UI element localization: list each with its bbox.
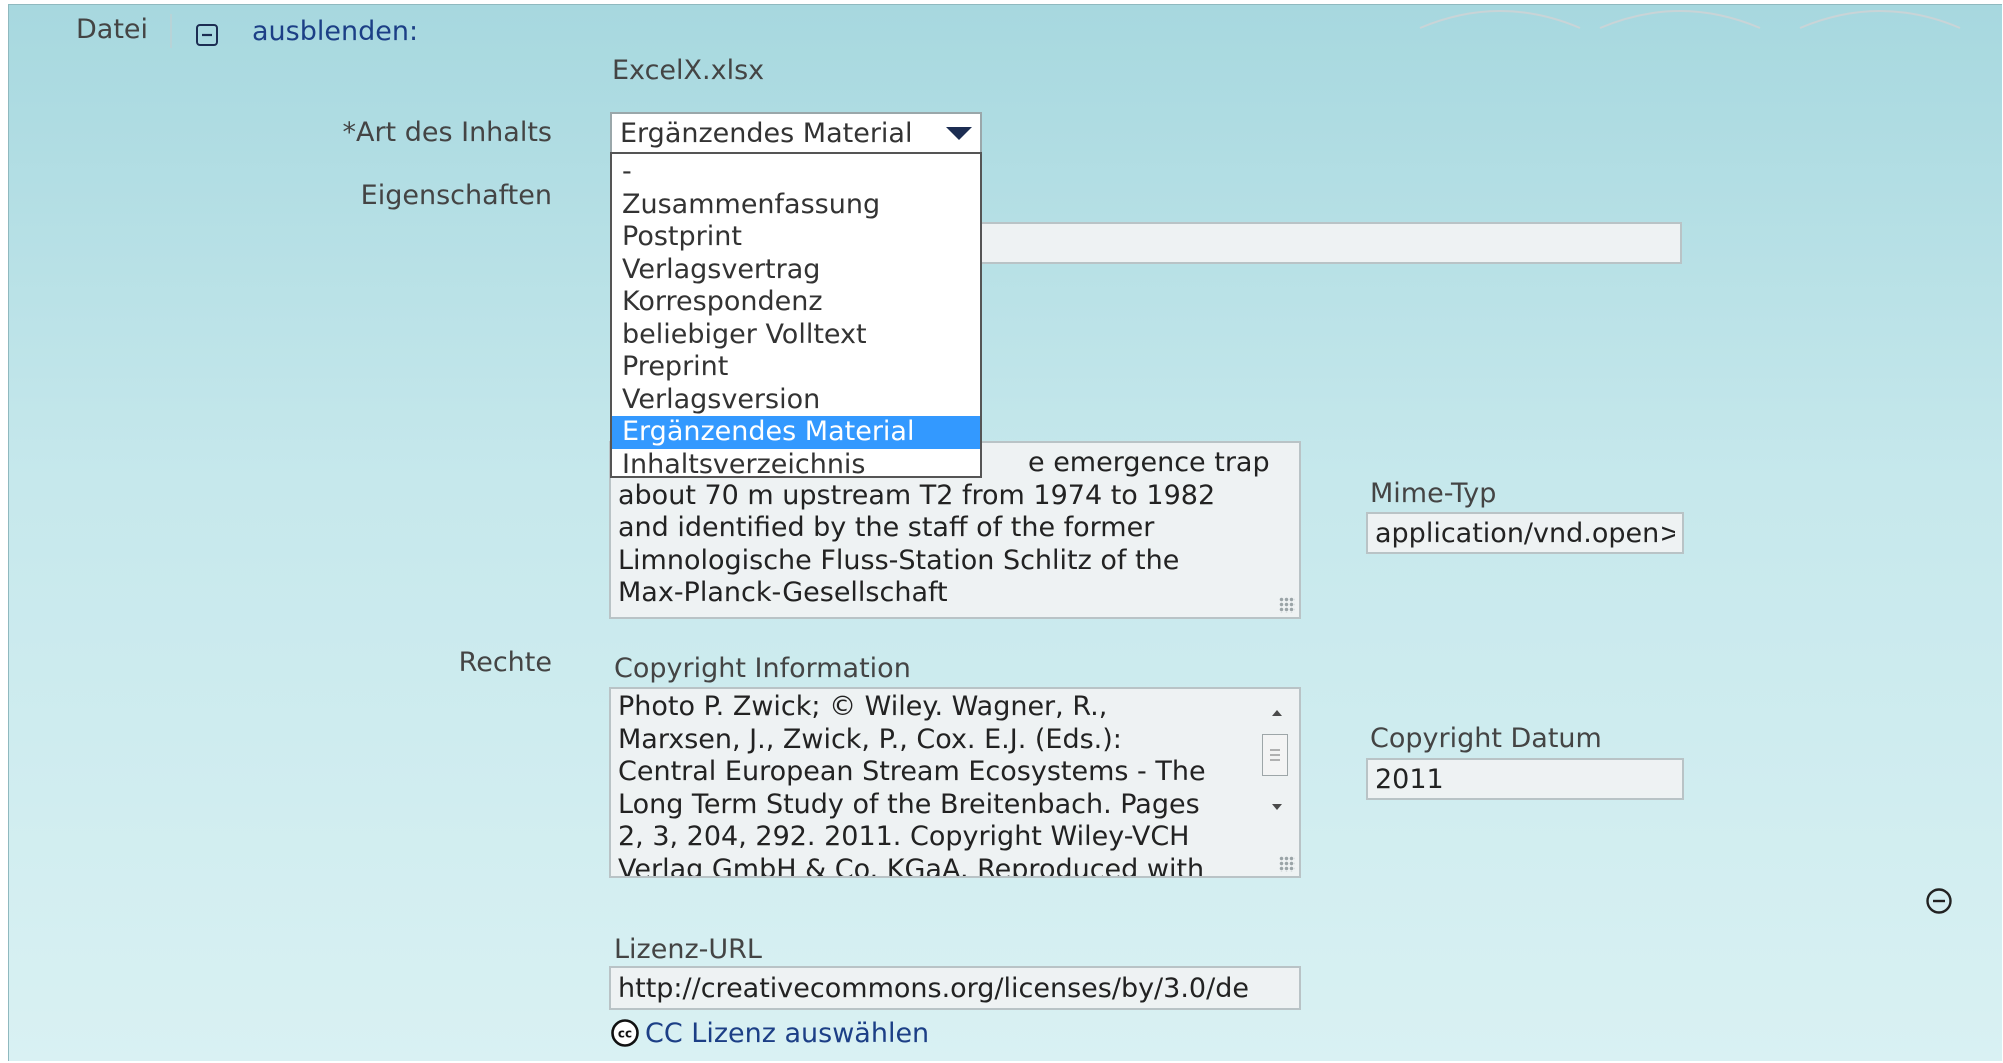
- dropdown-option[interactable]: beliebiger Volltext: [612, 319, 980, 352]
- minus-square-icon[interactable]: [195, 23, 219, 47]
- scroll-down-icon[interactable]: [1264, 794, 1290, 820]
- creative-commons-icon: cc: [610, 1018, 640, 1048]
- copyright-date-label: Copyright Datum: [1370, 723, 1602, 754]
- collapse-toggle-link[interactable]: ausblenden:: [252, 16, 418, 47]
- dropdown-option[interactable]: Inhaltsverzeichnis: [612, 449, 980, 477]
- copyright-info-textarea[interactable]: Photo P. Zwick; © Wiley. Wagner, R., Mar…: [609, 687, 1301, 878]
- minus-circle-icon[interactable]: [1924, 886, 1954, 916]
- content-type-dropdown-list[interactable]: - Zusammenfassung Postprint Verlagsvertrag K…: [610, 152, 982, 478]
- dropdown-option[interactable]: Korrespondenz: [612, 286, 980, 319]
- cc-license-link[interactable]: CC Lizenz auswählen: [645, 1018, 929, 1049]
- copyright-info-label: Copyright Information: [614, 653, 911, 684]
- dropdown-option[interactable]: Verlagsversion: [612, 384, 980, 417]
- dropdown-option[interactable]: Verlagsvertrag: [612, 254, 980, 287]
- dropdown-option[interactable]: Ergänzendes Material: [612, 416, 980, 449]
- scrollbar-thumb[interactable]: [1262, 734, 1288, 776]
- properties-label: Eigenschaften: [360, 180, 552, 211]
- license-url-label: Lizenz-URL: [614, 934, 762, 965]
- tab-datei[interactable]: Datei: [76, 14, 148, 45]
- dropdown-option[interactable]: Postprint: [612, 221, 980, 254]
- mime-type-label: Mime-Typ: [1370, 478, 1497, 509]
- content-type-label: *Art des Inhalts: [342, 117, 552, 148]
- resize-grip-icon[interactable]: [1279, 856, 1295, 872]
- resize-grip-icon[interactable]: [1279, 597, 1295, 613]
- dropdown-option[interactable]: Preprint: [612, 351, 980, 384]
- mime-type-input[interactable]: [1366, 512, 1684, 554]
- license-url-input[interactable]: [609, 966, 1301, 1010]
- dropdown-option[interactable]: Zusammenfassung: [612, 189, 980, 222]
- header-divider: [170, 14, 172, 48]
- file-name: ExcelX.xlsx: [612, 55, 765, 86]
- svg-text:cc: cc: [618, 1027, 632, 1041]
- rights-label: Rechte: [458, 647, 552, 678]
- content-type-select[interactable]: Ergänzendes Material: [610, 112, 982, 154]
- copyright-info-text: Photo P. Zwick; © Wiley. Wagner, R., Mar…: [618, 691, 1206, 878]
- properties-input[interactable]: [980, 222, 1682, 264]
- dropdown-option[interactable]: -: [612, 156, 980, 189]
- description-text: about 70 m upstream T2 from 1974 to 1982…: [618, 479, 1216, 609]
- content-type-selected-value: Ergänzendes Material: [620, 118, 913, 149]
- chevron-down-icon[interactable]: [946, 127, 972, 140]
- copyright-date-input[interactable]: [1366, 758, 1684, 800]
- scroll-up-icon[interactable]: [1264, 700, 1290, 726]
- background-decoration: [1419, 10, 1961, 29]
